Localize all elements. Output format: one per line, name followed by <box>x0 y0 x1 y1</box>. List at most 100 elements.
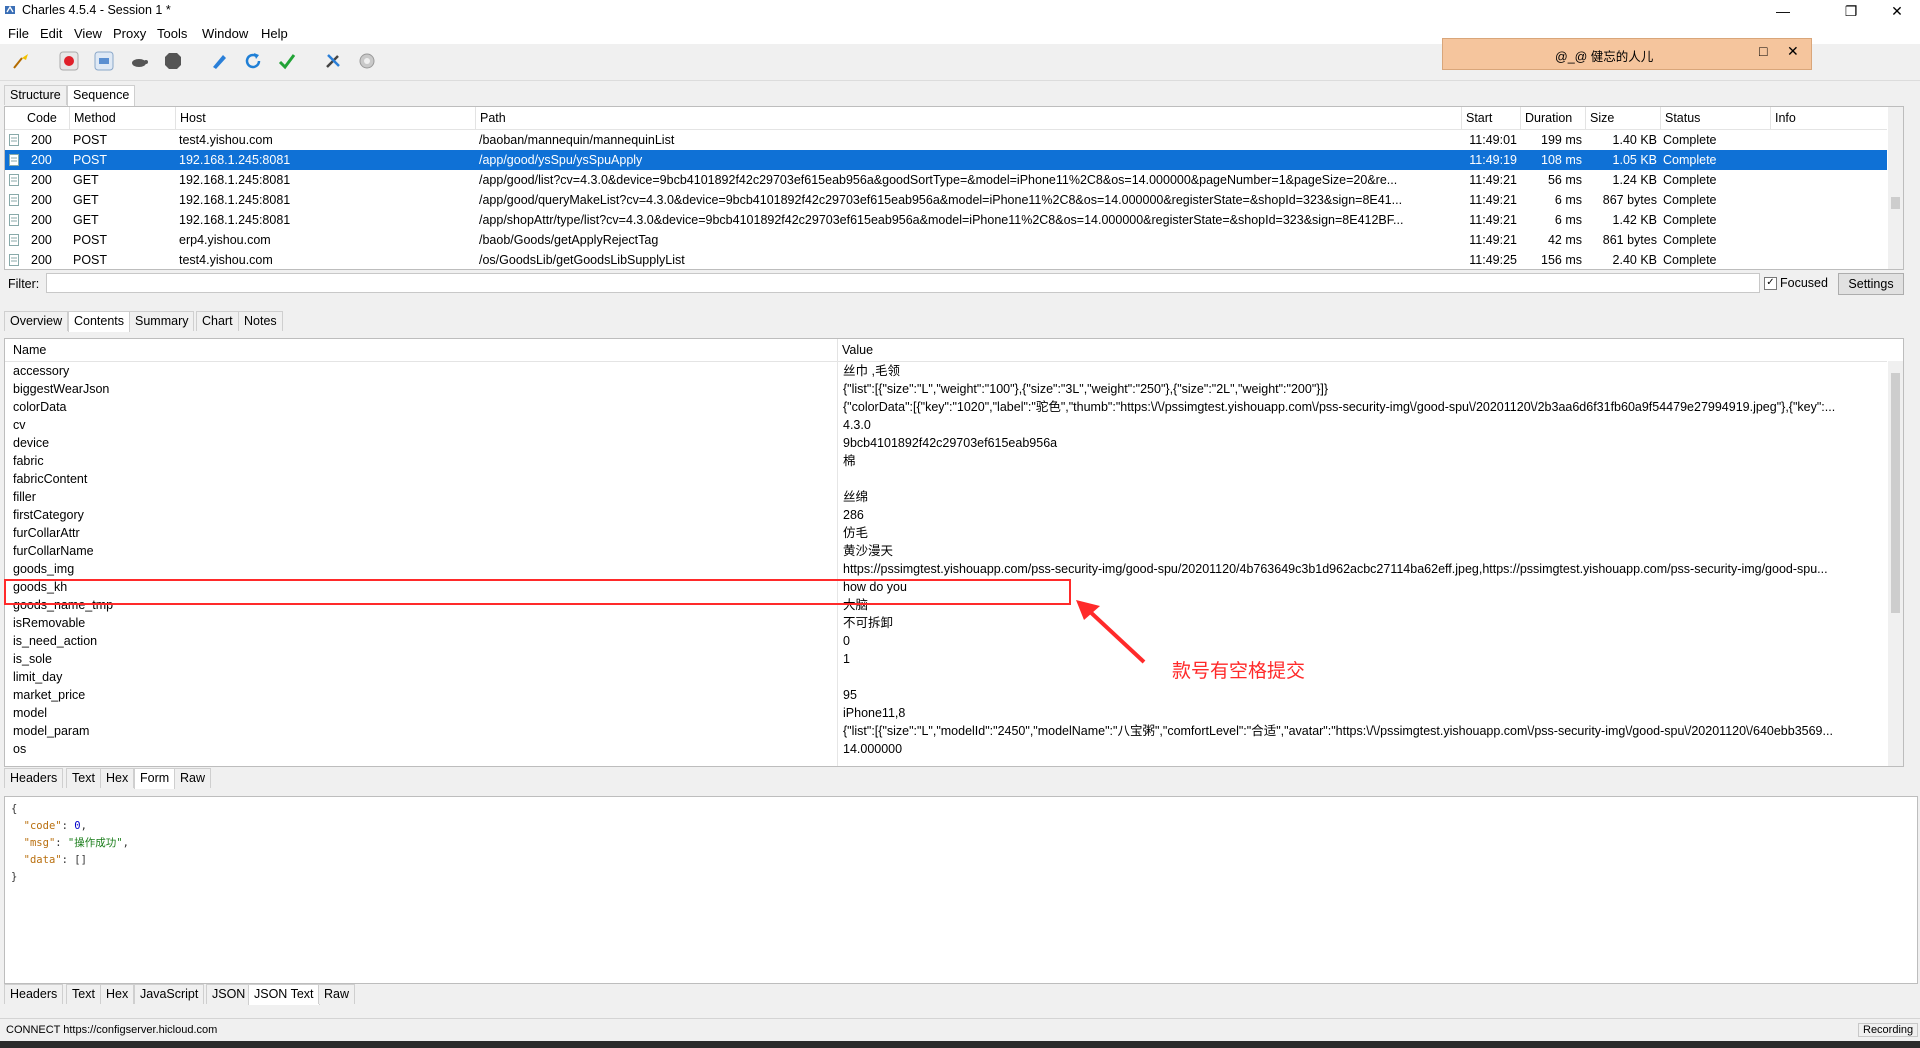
form-row-biggestwearjson[interactable]: biggestWearJson {"list":[{"size":"L","wei… <box>5 380 1887 398</box>
tab-chart[interactable]: Chart <box>196 311 239 331</box>
form-row-model-param[interactable]: model_param {"list":[{"size":"L","modelId… <box>5 722 1887 740</box>
tab-req-text[interactable]: Text <box>66 768 101 788</box>
maximize-button[interactable]: ❐ <box>1828 0 1874 22</box>
turtle-icon[interactable] <box>128 50 150 72</box>
col-code[interactable]: Code <box>23 107 57 129</box>
cell-path: /app/shopAttr/type/list?cv=4.3.0&device=… <box>479 213 1404 227</box>
table-row[interactable]: 200 GET 192.168.1.245:8081/app/good/queryM… <box>5 190 1887 210</box>
col-duration[interactable]: Duration <box>1520 107 1572 129</box>
tab-overview[interactable]: Overview <box>4 311 69 331</box>
broom-icon[interactable] <box>10 50 32 72</box>
form-row-firstcategory[interactable]: firstCategory 286 <box>5 506 1887 524</box>
col-value[interactable]: Value <box>837 339 873 361</box>
col-status[interactable]: Status <box>1660 107 1700 129</box>
settings-button[interactable]: Settings <box>1838 273 1904 295</box>
form-row-is-sole[interactable]: is_sole 1 <box>5 650 1887 668</box>
form-row-fabriccontent[interactable]: fabricContent <box>5 470 1887 488</box>
menu-file[interactable]: File <box>8 26 29 41</box>
col-name[interactable]: Name <box>9 339 46 361</box>
menu-view[interactable]: View <box>74 26 102 41</box>
filter-input[interactable] <box>46 273 1760 293</box>
form-row-cv[interactable]: cv 4.3.0 <box>5 416 1887 434</box>
tab-res-headers[interactable]: Headers <box>4 984 64 1004</box>
table-row[interactable]: 200 POST 192.168.1.245:8081/app/good/ysSpu… <box>5 150 1887 170</box>
document-icon <box>9 190 21 210</box>
tab-res-json[interactable]: JSON <box>206 984 252 1004</box>
focused-checkbox[interactable]: ✓ <box>1764 277 1777 290</box>
floating-chat-window[interactable]: @_@ 健忘的人儿 □ ✕ <box>1442 38 1812 70</box>
request-table-scrollbar[interactable] <box>1888 107 1903 269</box>
record-icon[interactable] <box>58 50 80 72</box>
cell-method: POST <box>73 153 108 167</box>
table-row[interactable]: 200 POST test4.yishou.com/baoban/mannequin… <box>5 130 1887 150</box>
minimize-button[interactable]: — <box>1760 0 1806 22</box>
overlay-maximize-icon[interactable]: □ <box>1759 43 1767 59</box>
stop-icon[interactable] <box>162 50 184 72</box>
menu-tools[interactable]: Tools <box>157 26 187 41</box>
form-row-fabric[interactable]: fabric 棉 <box>5 452 1887 470</box>
form-row-limit-day[interactable]: limit_day <box>5 668 1887 686</box>
check-icon[interactable] <box>276 50 298 72</box>
pen-icon[interactable] <box>208 50 230 72</box>
document-icon <box>9 150 21 170</box>
form-value: 不可拆卸 <box>843 616 894 630</box>
overlay-close-icon[interactable]: ✕ <box>1787 43 1799 60</box>
tab-summary[interactable]: Summary <box>129 311 195 331</box>
tab-req-raw[interactable]: Raw <box>174 768 212 788</box>
cell-code: 200 <box>31 193 52 207</box>
refresh-icon[interactable] <box>242 50 264 72</box>
col-info[interactable]: Info <box>1770 107 1796 129</box>
throttle-icon[interactable] <box>93 50 115 72</box>
tab-res-raw[interactable]: Raw <box>318 984 356 1004</box>
tab-contents[interactable]: Contents <box>68 311 131 332</box>
response-body-view[interactable]: { "code": 0, "msg": "操作成功", "data": [] } <box>4 796 1918 984</box>
table-row[interactable]: 200 GET 192.168.1.245:8081/app/shopAttr/ty… <box>5 210 1887 230</box>
form-row-os[interactable]: os 14.000000 <box>5 740 1887 758</box>
col-start[interactable]: Start <box>1461 107 1492 129</box>
tab-req-form[interactable]: Form <box>134 768 176 789</box>
tab-structure[interactable]: Structure <box>4 85 67 105</box>
form-row-isremovable[interactable]: isRemovable 不可拆卸 <box>5 614 1887 632</box>
tab-sequence[interactable]: Sequence <box>67 85 136 106</box>
form-row-market-price[interactable]: market_price 95 <box>5 686 1887 704</box>
annotation-text: 款号有空格提交 <box>1172 661 1306 682</box>
tab-req-hex[interactable]: Hex <box>100 768 135 788</box>
col-method[interactable]: Method <box>69 107 116 129</box>
cell-start: 11:49:21 <box>1469 193 1517 207</box>
cell-start: 11:49:21 <box>1469 213 1517 227</box>
tab-res-javascript[interactable]: JavaScript <box>134 984 205 1004</box>
col-path[interactable]: Path <box>475 107 506 129</box>
form-row-model[interactable]: model iPhone11,8 <box>5 704 1887 722</box>
close-button[interactable]: ✕ <box>1874 0 1920 22</box>
settings-gear-icon[interactable] <box>356 50 378 72</box>
json-key-msg: "msg" <box>23 837 56 849</box>
cell-size: 1.42 KB <box>1612 213 1657 227</box>
menu-edit[interactable]: Edit <box>40 26 62 41</box>
tab-req-headers[interactable]: Headers <box>4 768 64 788</box>
form-row-goods-img[interactable]: goods_img https://pssimgtest.yishouapp.co… <box>5 560 1887 578</box>
form-table-scrollbar[interactable] <box>1888 361 1903 766</box>
table-row[interactable]: 200 POST erp4.yishou.com/baob/Goods/getApp… <box>5 230 1887 250</box>
col-host[interactable]: Host <box>175 107 206 129</box>
form-row-accessory[interactable]: accessory 丝巾 ,毛领 <box>5 362 1887 380</box>
form-row-furcollarname[interactable]: furCollarName 黄沙漫天 <box>5 542 1887 560</box>
tab-res-text[interactable]: Text <box>66 984 101 1004</box>
cell-host: 192.168.1.245:8081 <box>179 213 291 227</box>
form-row-device[interactable]: device 9bcb4101892f42c29703ef615eab956a <box>5 434 1887 452</box>
form-row-colordata[interactable]: colorData {"colorData":[{"key":"1020","la… <box>5 398 1887 416</box>
form-value: 丝绵 <box>843 490 869 504</box>
tab-res-json-text[interactable]: JSON Text <box>248 984 320 1005</box>
form-row-is-need-action[interactable]: is_need_action 0 <box>5 632 1887 650</box>
form-row-furcollarattr[interactable]: furCollarAttr 仿毛 <box>5 524 1887 542</box>
form-row-filler[interactable]: filler 丝绵 <box>5 488 1887 506</box>
tab-notes[interactable]: Notes <box>238 311 283 331</box>
table-row[interactable]: 200 GET 192.168.1.245:8081/app/good/list?c… <box>5 170 1887 190</box>
col-size[interactable]: Size <box>1585 107 1614 129</box>
recording-indicator: Recording <box>1858 1023 1919 1037</box>
table-row[interactable]: 200 POST test4.yishou.com/os/GoodsLib/getG… <box>5 250 1887 269</box>
tools-icon[interactable] <box>322 50 344 72</box>
menu-window[interactable]: Window <box>202 26 248 41</box>
menu-proxy[interactable]: Proxy <box>113 26 146 41</box>
tab-res-hex[interactable]: Hex <box>100 984 135 1004</box>
menu-help[interactable]: Help <box>261 26 288 41</box>
